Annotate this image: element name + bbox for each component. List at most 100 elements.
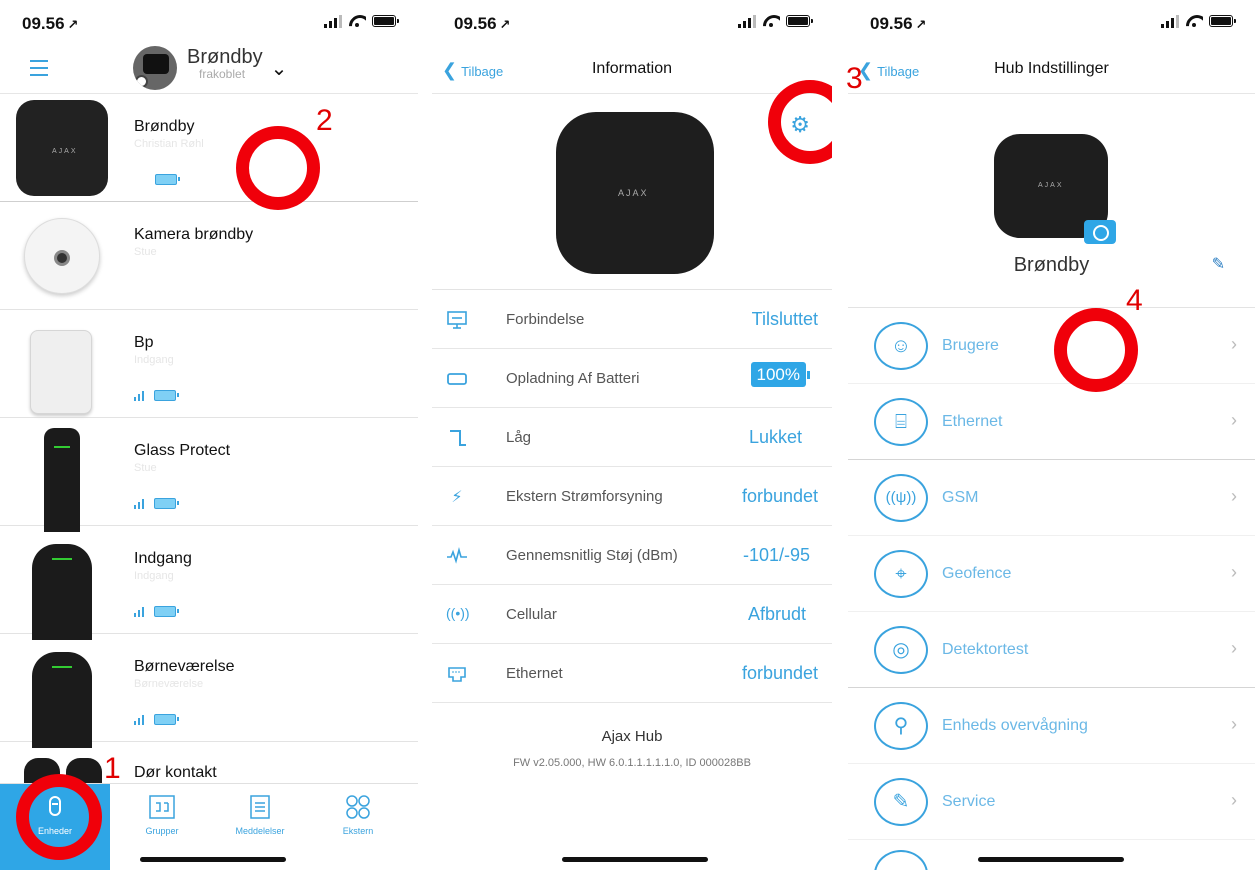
device-indicators xyxy=(134,390,179,401)
device-name: Indgang xyxy=(134,550,192,567)
info-row-connection: Forbindelse Tilsluttet xyxy=(432,290,832,349)
settings-item-label: Geofence xyxy=(942,565,1012,582)
home-indicator xyxy=(140,857,286,862)
device-room: Stue xyxy=(134,462,157,474)
battery-icon xyxy=(154,390,179,401)
battery-icon xyxy=(372,15,399,27)
info-row-battery: Opladning Af Batteri 100% xyxy=(432,349,832,408)
cellular-signal-icon xyxy=(1161,14,1179,28)
nav-bar: ❮ Tilbage Hub Indstillinger xyxy=(848,46,1255,94)
signal-icon xyxy=(134,606,144,617)
wifi-monitor-icon: ⚲ xyxy=(874,702,928,750)
chevron-down-icon[interactable]: ⌄ xyxy=(271,56,288,81)
info-row-ethernet: Ethernet forbundet xyxy=(432,644,832,703)
device-name: Glass Protect xyxy=(134,442,231,459)
settings-item-label: Brugere xyxy=(942,337,999,354)
chevron-right-icon: › xyxy=(1231,562,1237,582)
hub-logo: AJAX xyxy=(1038,182,1064,189)
edit-pencil-icon[interactable]: ✎ xyxy=(1212,254,1225,274)
signal-icon xyxy=(134,714,144,725)
device-name: Kamera brøndby xyxy=(134,226,254,243)
settings-item-label: Ethernet xyxy=(942,413,1003,430)
status-icons xyxy=(1161,14,1236,28)
wifi-icon xyxy=(348,14,366,28)
menu-icon[interactable] xyxy=(30,60,48,81)
battery-level-badge: 100% xyxy=(750,362,806,387)
hub-logo: AJAX xyxy=(52,148,78,155)
device-room: Indgang xyxy=(134,354,174,366)
hub-nav-bar: Brøndby frakoblet ⌄ xyxy=(0,46,418,94)
groups-icon xyxy=(149,795,175,819)
info-value: Tilsluttet xyxy=(751,309,818,329)
device-row[interactable]: Børneværelse Børneværelse xyxy=(0,634,418,748)
battery-icon xyxy=(154,606,179,617)
chevron-right-icon: › xyxy=(1231,334,1237,354)
motion-detector-thumbnail xyxy=(14,532,108,640)
device-name: Dør kontakt xyxy=(134,764,217,781)
battery-icon xyxy=(786,15,813,27)
tab-label: Meddelelser xyxy=(235,826,285,836)
battery-icon xyxy=(155,174,180,185)
device-row[interactable]: AJAX Brøndby Christian Røhl xyxy=(0,94,418,202)
info-row-cellular: ((•)) Cellular Afbrudt xyxy=(432,585,832,644)
hub-image: AJAX xyxy=(556,112,714,274)
settings-item-gsm[interactable]: ((ψ)) GSM › xyxy=(848,460,1255,536)
home-indicator xyxy=(562,857,708,862)
settings-item-service[interactable]: ✎ Service › xyxy=(848,764,1255,840)
chevron-right-icon: › xyxy=(1231,790,1237,810)
gsm-antenna-icon: ((ψ)) xyxy=(874,474,928,522)
partial-item-icon xyxy=(874,850,928,870)
settings-item-device-monitoring[interactable]: ⚲ Enheds overvågning › xyxy=(848,688,1255,764)
tab-label: Ekstern xyxy=(342,826,374,836)
service-pencil-icon: ✎ xyxy=(874,778,928,826)
connection-icon xyxy=(447,311,467,329)
annotation-number: 2 xyxy=(316,104,333,137)
wifi-icon xyxy=(1185,14,1203,28)
settings-item-label: Service xyxy=(942,793,996,810)
settings-item-ethernet[interactable]: ⌸ Ethernet › xyxy=(848,384,1255,460)
settings-item-detector-test[interactable]: ◎ Detektortest › xyxy=(848,612,1255,688)
info-label: Ethernet xyxy=(506,665,563,682)
device-row[interactable]: Kamera brøndby Stue xyxy=(0,202,418,310)
firmware-info: FW v2.05.000, HW 6.0.1.1.1.1.1.0, ID 000… xyxy=(513,757,751,769)
battery-icon xyxy=(154,714,179,725)
device-row[interactable]: Bp Indgang xyxy=(0,310,418,418)
info-value: -101/-95 xyxy=(742,545,810,565)
home-indicator xyxy=(978,857,1124,862)
settings-item-geofence[interactable]: ⌖ Geofence › xyxy=(848,536,1255,612)
notifications-icon xyxy=(250,795,270,819)
hub-settings-screen: 09.56 ↗ ❮ Tilbage Hub Indstillinger AJAX B… xyxy=(848,0,1255,870)
info-label: Låg xyxy=(506,429,532,446)
camera-icon[interactable] xyxy=(1084,220,1116,244)
status-bar: 09.56 ↗ xyxy=(0,0,418,46)
location-icon: ↗ xyxy=(67,17,79,32)
page-title: Information xyxy=(591,60,673,77)
keypad-thumbnail xyxy=(14,316,108,414)
battery-icon xyxy=(1209,15,1236,27)
cellular-icon: ((•)) xyxy=(446,605,470,621)
device-indicators xyxy=(155,174,180,185)
wifi-icon xyxy=(762,14,780,28)
device-name: Bp xyxy=(134,334,154,351)
status-icons xyxy=(738,14,813,28)
device-name: Brøndby xyxy=(134,118,195,135)
battery-icon xyxy=(447,373,467,385)
tab-external[interactable]: Ekstern xyxy=(306,784,410,870)
device-row[interactable]: Indgang Indgang xyxy=(0,526,418,640)
status-time: 09.56 ↗ xyxy=(22,14,78,34)
device-name: Børneværelse xyxy=(134,658,235,675)
settings-item-label: GSM xyxy=(942,489,979,506)
annotation-number: 3 xyxy=(846,62,863,95)
signal-icon xyxy=(134,390,144,401)
info-label: Opladning Af Batteri xyxy=(506,370,640,387)
status-time-text: 09.56 xyxy=(870,14,913,33)
annotation-number: 4 xyxy=(1126,284,1143,317)
cellular-signal-icon xyxy=(324,14,342,28)
settings-item-users[interactable]: ☺ Brugere › xyxy=(848,308,1255,384)
battery-icon xyxy=(154,498,179,509)
device-room: Indgang xyxy=(134,570,174,582)
hub-selector[interactable]: Brøndby frakoblet ⌄ xyxy=(133,46,287,90)
settings-item-label: Enheds overvågning xyxy=(942,717,1088,734)
device-row[interactable]: Glass Protect Stue xyxy=(0,418,418,532)
hub-header: AJAX Brøndby ✎ xyxy=(848,94,1255,308)
